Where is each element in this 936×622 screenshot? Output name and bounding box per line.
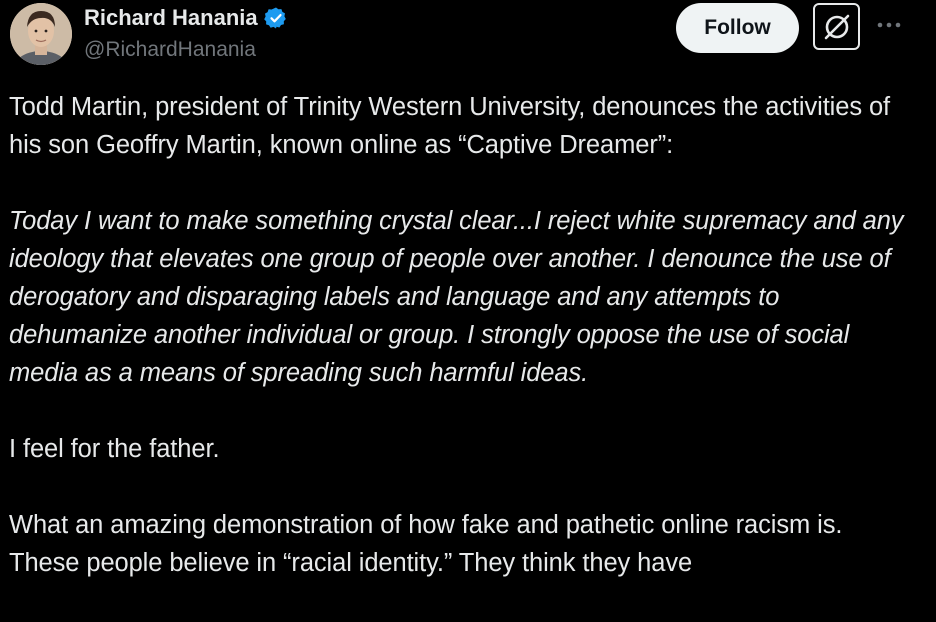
author-name-row[interactable]: Richard Hanania: [84, 4, 288, 32]
grok-icon[interactable]: [813, 3, 860, 50]
avatar[interactable]: [10, 3, 72, 65]
tweet-header: Richard Hanania @RichardHanania Follow: [0, 0, 936, 72]
tweet-paragraph-comment: I feel for the father.: [9, 435, 220, 463]
avatar-image: [10, 3, 72, 65]
tweet-paragraph-intro: Todd Martin, president of Trinity Wester…: [9, 93, 891, 159]
more-horizontal-icon[interactable]: [874, 10, 904, 40]
author-handle[interactable]: @RichardHanania: [84, 36, 256, 64]
author-name[interactable]: Richard Hanania: [84, 4, 258, 32]
tweet-quote: Today I want to make something crystal c…: [9, 207, 904, 387]
tweet-text: Todd Martin, president of Trinity Wester…: [9, 88, 919, 582]
tweet-paragraph-continued: What an amazing demonstration of how fak…: [9, 511, 843, 577]
follow-button[interactable]: Follow: [676, 3, 799, 53]
verified-badge-icon: [263, 6, 288, 30]
